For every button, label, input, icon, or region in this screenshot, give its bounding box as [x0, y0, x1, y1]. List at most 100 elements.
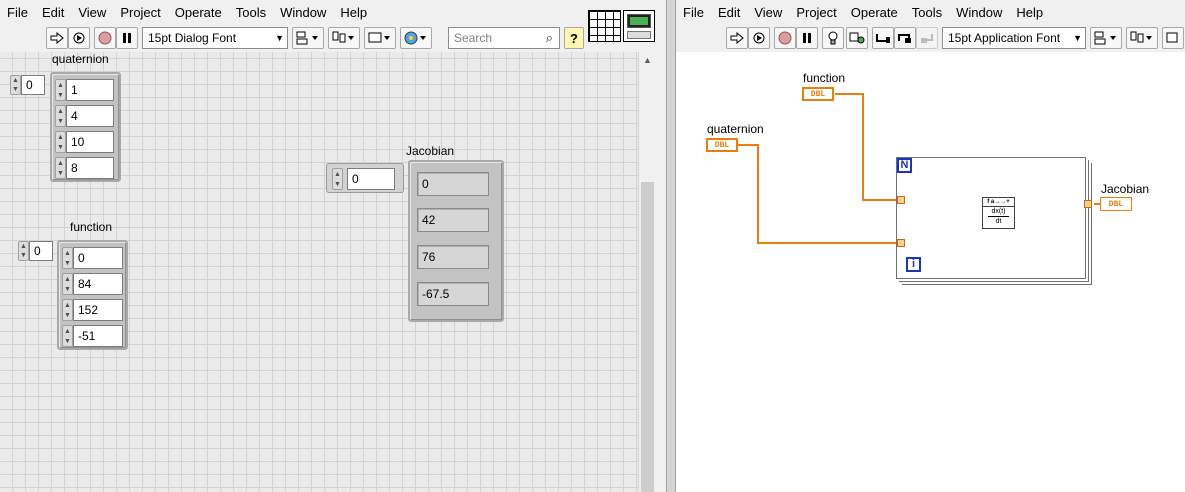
front-panel-canvas[interactable]: quaternion ▲ ▼ 0 ▲ ▼ 1 ▲ ▼ 4 ▲ ▼ 10 ▲ ▼ 8 fun…	[0, 52, 638, 492]
font-selector-label: 15pt Application Font	[948, 31, 1061, 45]
block-diagram-menubar: File Edit View Project Operate Tools Win…	[676, 2, 1185, 24]
loop-count-terminal[interactable]: N	[897, 158, 912, 173]
element-spinner[interactable]: ▲ ▼	[55, 157, 66, 179]
font-selector[interactable]: 15pt Application Font ▼	[942, 27, 1086, 49]
function-value[interactable]: 84	[73, 273, 123, 295]
function-value[interactable]: -51	[73, 325, 123, 347]
function-terminal[interactable]: DBL	[802, 87, 834, 101]
function-element-4[interactable]: ▲ ▼ -51	[62, 325, 123, 347]
menu-operate[interactable]: Operate	[844, 2, 905, 24]
abort-button[interactable]	[94, 27, 116, 49]
menu-project[interactable]: Project	[113, 2, 167, 24]
function-element-2[interactable]: ▲ ▼ 84	[62, 273, 123, 295]
element-spinner[interactable]: ▲ ▼	[55, 79, 66, 101]
menu-view[interactable]: View	[747, 2, 789, 24]
quaternion-terminal[interactable]: DBL	[706, 138, 738, 152]
function-value[interactable]: 0	[73, 247, 123, 269]
chevron-down-icon: ▼	[275, 33, 284, 43]
font-selector[interactable]: 15pt Dialog Font ▼	[142, 27, 288, 49]
highlight-execution-icon[interactable]	[822, 27, 844, 49]
step-over-button[interactable]	[894, 27, 916, 49]
menu-tools[interactable]: Tools	[229, 2, 273, 24]
quaternion-terminal-label: quaternion	[707, 122, 764, 136]
step-out-button[interactable]	[916, 27, 938, 49]
function-element-3[interactable]: ▲ ▼ 152	[62, 299, 123, 321]
resize-objects-button[interactable]	[364, 27, 396, 49]
element-spinner[interactable]: ▲ ▼	[62, 299, 73, 321]
quaternion-input-tunnel[interactable]	[897, 239, 905, 247]
element-spinner[interactable]: ▲ ▼	[55, 105, 66, 127]
context-help-button[interactable]: ?	[564, 27, 584, 49]
align-objects-button[interactable]	[1090, 27, 1122, 49]
distribute-objects-button[interactable]	[328, 27, 360, 49]
down-arrow-icon: ▼	[57, 143, 64, 151]
jacobian-value: 76	[417, 245, 489, 269]
quaternion-value[interactable]: 4	[66, 105, 114, 127]
element-spinner[interactable]: ▲ ▼	[62, 247, 73, 269]
quaternion-element-1[interactable]: ▲ ▼ 1	[55, 79, 114, 101]
abort-button[interactable]	[774, 27, 796, 49]
scrollbar-thumb[interactable]	[641, 182, 654, 492]
reorder-button[interactable]	[400, 27, 432, 49]
menu-help[interactable]: Help	[1009, 2, 1050, 24]
resize-objects-button[interactable]	[1162, 27, 1184, 49]
distribute-objects-button[interactable]	[1126, 27, 1158, 49]
run-button[interactable]	[726, 27, 748, 49]
quaternion-element-2[interactable]: ▲ ▼ 4	[55, 105, 114, 127]
run-button[interactable]	[46, 27, 68, 49]
function-value[interactable]: 152	[73, 299, 123, 321]
jacobian-index-value[interactable]: 0	[347, 168, 395, 190]
function-input-tunnel[interactable]	[897, 196, 905, 204]
run-continuously-button[interactable]	[748, 27, 770, 49]
element-spinner[interactable]: ▲ ▼	[62, 325, 73, 347]
menu-project[interactable]: Project	[789, 2, 843, 24]
index-spinner[interactable]: ▲ ▼	[10, 75, 21, 95]
element-spinner[interactable]: ▲ ▼	[62, 273, 73, 295]
jacobian-output-tunnel[interactable]	[1084, 200, 1092, 208]
index-spinner[interactable]: ▲ ▼	[332, 168, 343, 190]
menu-edit[interactable]: Edit	[711, 2, 747, 24]
function-index-value[interactable]: 0	[29, 241, 53, 261]
up-arrow-icon: ▲	[57, 133, 64, 141]
derivative-node[interactable]: f a→→+ dx(t) dt	[982, 197, 1015, 229]
menu-help[interactable]: Help	[333, 2, 374, 24]
scroll-up-icon[interactable]: ▲	[639, 52, 656, 69]
quaternion-value[interactable]: 8	[66, 157, 114, 179]
menu-window[interactable]: Window	[273, 2, 333, 24]
quaternion-element-4[interactable]: ▲ ▼ 8	[55, 157, 114, 179]
function-index[interactable]: ▲ ▼ 0	[18, 241, 53, 261]
retain-wire-values-button[interactable]	[846, 27, 868, 49]
step-into-button[interactable]	[872, 27, 894, 49]
menu-file[interactable]: File	[676, 2, 711, 24]
index-spinner[interactable]: ▲ ▼	[18, 241, 29, 261]
front-panel-scrollbar[interactable]: ▲	[638, 52, 656, 492]
menu-operate[interactable]: Operate	[168, 2, 229, 24]
run-continuously-button[interactable]	[68, 27, 90, 49]
menu-window[interactable]: Window	[949, 2, 1009, 24]
loop-iteration-terminal[interactable]: i	[906, 257, 921, 272]
jacobian-terminal[interactable]: DBL	[1100, 197, 1132, 211]
menu-file[interactable]: File	[0, 2, 35, 24]
down-arrow-icon: ▼	[64, 285, 71, 293]
quaternion-index-value[interactable]: 0	[21, 75, 45, 95]
block-diagram-canvas[interactable]: function DBL quaternion DBL N i f a→→+ d…	[676, 52, 1185, 492]
pause-button[interactable]	[796, 27, 818, 49]
jacobian-index[interactable]: ▲ ▼ 0	[332, 168, 395, 190]
pause-button[interactable]	[116, 27, 138, 49]
down-arrow-icon: ▼	[64, 259, 71, 267]
down-arrow-icon: ▼	[20, 252, 27, 259]
function-element-1[interactable]: ▲ ▼ 0	[62, 247, 123, 269]
dbl-type-label: DBL	[714, 140, 730, 150]
menu-tools[interactable]: Tools	[905, 2, 949, 24]
menu-view[interactable]: View	[71, 2, 113, 24]
quaternion-value[interactable]: 10	[66, 131, 114, 153]
search-placeholder: Search	[454, 31, 493, 45]
search-input[interactable]: Search ⌕	[448, 27, 560, 49]
quaternion-index[interactable]: ▲ ▼ 0	[10, 75, 45, 95]
align-objects-button[interactable]	[292, 27, 324, 49]
quaternion-element-3[interactable]: ▲ ▼ 10	[55, 131, 114, 153]
menu-edit[interactable]: Edit	[35, 2, 71, 24]
up-arrow-icon: ▲	[64, 249, 71, 257]
element-spinner[interactable]: ▲ ▼	[55, 131, 66, 153]
quaternion-value[interactable]: 1	[66, 79, 114, 101]
